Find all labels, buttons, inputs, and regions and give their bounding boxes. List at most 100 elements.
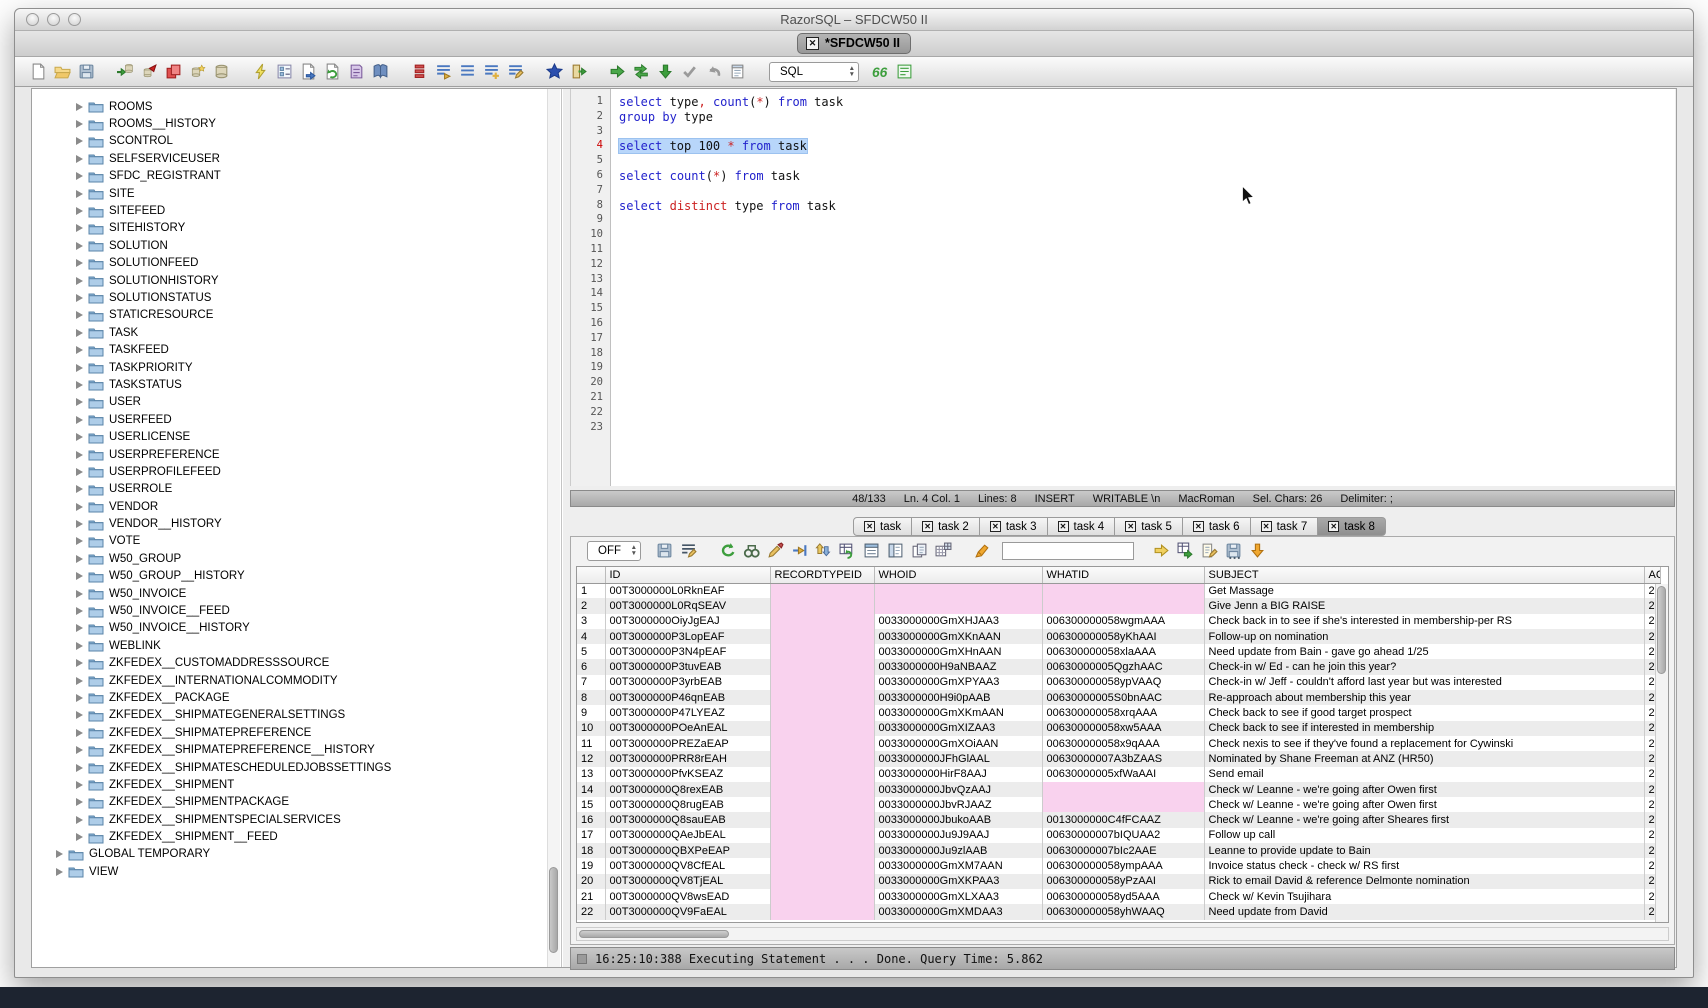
tree-item-solutionhistory[interactable]: SOLUTIONHISTORY xyxy=(32,272,561,289)
sql-code-area[interactable]: select type, count(*) from taskgroup by … xyxy=(619,95,1671,486)
disclosure-triangle-icon[interactable] xyxy=(76,572,83,580)
column-header-rownum[interactable] xyxy=(577,567,605,583)
table-row[interactable]: 500T3000000P3N4pEAF0033000000GmXHnAAN006… xyxy=(577,644,1660,659)
lines-pencil-icon[interactable] xyxy=(505,62,526,82)
column-header-AC[interactable]: AC xyxy=(1644,567,1660,583)
tree-item-userrole[interactable]: USERROLE xyxy=(32,481,561,498)
results-search-input[interactable] xyxy=(1002,542,1134,560)
table-row[interactable]: 600T3000000P3tuvEAB0033000000H9aNBAAZ006… xyxy=(577,659,1660,674)
tree-item-zkfedex-shipmentspecialservices[interactable]: ZKFEDEX__SHIPMENTSPECIALSERVICES xyxy=(32,811,561,828)
column-header-RECORDTYPEID[interactable]: RECORDTYPEID xyxy=(770,567,874,583)
table-row[interactable]: 1200T3000000PRR8rEAH0033000000JFhGlAAL00… xyxy=(577,751,1660,766)
disclosure-triangle-icon[interactable] xyxy=(76,833,83,841)
close-tab-icon[interactable]: ✕ xyxy=(1125,521,1136,532)
tree-item-userfeed[interactable]: USERFEED xyxy=(32,411,561,428)
close-tab-icon[interactable]: ✕ xyxy=(1328,521,1339,532)
star-blue-icon[interactable] xyxy=(544,62,565,82)
results-hscrollbar[interactable] xyxy=(576,927,1669,941)
disclosure-triangle-icon[interactable] xyxy=(76,468,83,476)
disclosure-triangle-icon[interactable] xyxy=(76,329,83,337)
result-tab-task-3[interactable]: ✕task 3 xyxy=(980,517,1048,536)
disclosure-triangle-icon[interactable] xyxy=(76,677,83,685)
disclosure-triangle-icon[interactable] xyxy=(76,259,83,267)
result-tab-task-8[interactable]: ✕task 8 xyxy=(1318,517,1386,536)
table-row[interactable]: 1000T3000000POeAnEAL0033000000GmXIZAA300… xyxy=(577,721,1660,736)
doc-purple-icon[interactable] xyxy=(346,62,367,82)
tree-item-rooms[interactable]: ROOMS xyxy=(32,98,561,115)
lines-plus-icon[interactable] xyxy=(481,62,502,82)
close-tab-icon[interactable]: ✕ xyxy=(806,37,819,50)
tree-item-zkfedex-customaddresssource[interactable]: ZKFEDEX__CUSTOMADDRESSSOURCE xyxy=(32,655,561,672)
tree-item-zkfedex-shipment-feed[interactable]: ZKFEDEX__SHIPMENT__FEED xyxy=(32,828,561,845)
notepad-icon[interactable] xyxy=(727,62,748,82)
table-row[interactable]: 2100T3000000QV8wsEAD0033000000GmXLXAA300… xyxy=(577,889,1660,904)
disclosure-triangle-icon[interactable] xyxy=(76,729,83,737)
disclosure-triangle-icon[interactable] xyxy=(76,624,83,632)
tree-item-taskfeed[interactable]: TASKFEED xyxy=(32,341,561,358)
lines-red-icon[interactable] xyxy=(409,62,430,82)
new-page-icon[interactable] xyxy=(28,62,49,82)
minimize-window-button[interactable] xyxy=(47,13,60,26)
list-green-icon[interactable] xyxy=(894,62,915,82)
tree-item-zkfedex-shipmatepreference[interactable]: ZKFEDEX__SHIPMATEPREFERENCE xyxy=(32,724,561,741)
arrows-swap-green-icon[interactable] xyxy=(631,62,652,82)
table-row[interactable]: 800T3000000P46qnEAB0033000000H9i0pAAB006… xyxy=(577,690,1660,705)
disclosure-triangle-icon[interactable] xyxy=(76,242,83,250)
panel-doc-icon[interactable] xyxy=(885,541,906,561)
disclosure-triangle-icon[interactable] xyxy=(76,451,83,459)
disclosure-triangle-icon[interactable] xyxy=(76,346,83,354)
tree-item-scontrol[interactable]: SCONTROL xyxy=(32,133,561,150)
table-row[interactable]: 1700T3000000QAeJbEAL0033000000Ju9J9AAJ00… xyxy=(577,828,1660,843)
column-header-ID[interactable]: ID xyxy=(605,567,770,583)
close-tab-icon[interactable]: ✕ xyxy=(1261,521,1272,532)
disclosure-triangle-icon[interactable] xyxy=(56,850,63,858)
result-tab-task[interactable]: ✕task xyxy=(853,517,912,536)
table-row[interactable]: 700T3000000P3yrbEAB0033000000GmXPYAA3006… xyxy=(577,675,1660,690)
table-row[interactable]: 1800T3000000QBXPeEAP0033000000Ju9zlAAB00… xyxy=(577,843,1660,858)
tree-item-w50-invoice-feed[interactable]: W50_INVOICE__FEED xyxy=(32,602,561,619)
binoculars-icon[interactable] xyxy=(741,541,762,561)
tree-item-zkfedex-shipmatepreference-history[interactable]: ZKFEDEX__SHIPMATEPREFERENCE__HISTORY xyxy=(32,741,561,758)
disclosure-triangle-icon[interactable] xyxy=(76,537,83,545)
disclosure-triangle-icon[interactable] xyxy=(76,311,83,319)
db-disconnect-icon[interactable] xyxy=(139,62,160,82)
result-tab-task-7[interactable]: ✕task 7 xyxy=(1251,517,1319,536)
tree-item-w50-invoice[interactable]: W50_INVOICE xyxy=(32,585,561,602)
close-tab-icon[interactable]: ✕ xyxy=(990,521,1001,532)
doc-export-icon[interactable] xyxy=(298,62,319,82)
disclosure-triangle-icon[interactable] xyxy=(76,485,83,493)
close-window-button[interactable] xyxy=(26,13,39,26)
copy-pages-icon[interactable] xyxy=(909,541,930,561)
tree-item-zkfedex-shipment[interactable]: ZKFEDEX__SHIPMENT xyxy=(32,776,561,793)
disclosure-triangle-icon[interactable] xyxy=(76,764,83,772)
tree-item-solutionfeed[interactable]: SOLUTIONFEED xyxy=(32,255,561,272)
tree-item-zkfedex-package[interactable]: ZKFEDEX__PACKAGE xyxy=(32,689,561,706)
disclosure-triangle-icon[interactable] xyxy=(76,433,83,441)
tree-item-userpreference[interactable]: USERPREFERENCE xyxy=(32,446,561,463)
disclosure-triangle-icon[interactable] xyxy=(76,103,83,111)
disclosure-triangle-icon[interactable] xyxy=(76,207,83,215)
quotes-green-icon[interactable]: 66 xyxy=(870,62,891,82)
pencil-arrow-icon[interactable] xyxy=(765,541,786,561)
tree-item-task[interactable]: TASK xyxy=(32,324,561,341)
tree-item-userlicense[interactable]: USERLICENSE xyxy=(32,428,561,445)
disclosure-triangle-icon[interactable] xyxy=(76,781,83,789)
tree-item-vote[interactable]: VOTE xyxy=(32,533,561,550)
tree-item-solutionstatus[interactable]: SOLUTIONSTATUS xyxy=(32,289,561,306)
arrow-right-green-icon[interactable] xyxy=(607,62,628,82)
column-header-WHOID[interactable]: WHOID xyxy=(874,567,1042,583)
insert-arrow-icon[interactable] xyxy=(789,541,810,561)
results-vscrollbar[interactable] xyxy=(1655,584,1668,922)
arrow-down-green-icon[interactable] xyxy=(655,62,676,82)
disclosure-triangle-icon[interactable] xyxy=(76,555,83,563)
close-tab-icon[interactable]: ✕ xyxy=(1193,521,1204,532)
disclosure-triangle-icon[interactable] xyxy=(76,155,83,163)
disclosure-triangle-icon[interactable] xyxy=(76,137,83,145)
results-hscrollbar-thumb[interactable] xyxy=(579,930,729,938)
tree-item-vendor-history[interactable]: VENDOR__HISTORY xyxy=(32,515,561,532)
disclosure-triangle-icon[interactable] xyxy=(76,642,83,650)
door-exit-icon[interactable] xyxy=(568,62,589,82)
table-arrow-icon[interactable] xyxy=(1175,541,1196,561)
panel-list-icon[interactable] xyxy=(861,541,882,561)
tree-item-sitehistory[interactable]: SITEHISTORY xyxy=(32,220,561,237)
